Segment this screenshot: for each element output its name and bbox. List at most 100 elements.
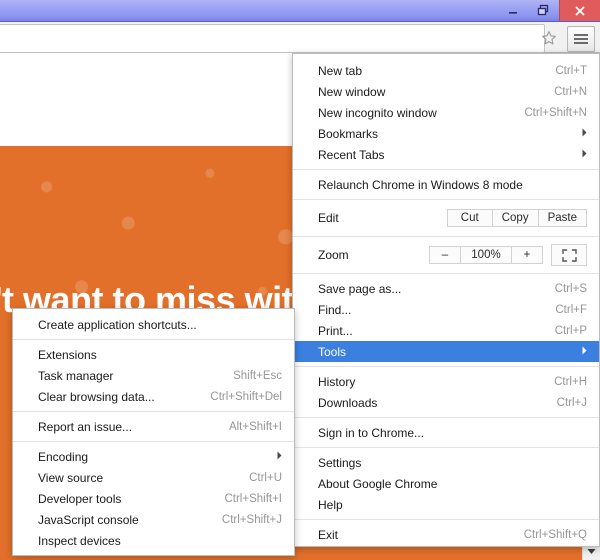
submenu-arrow-icon <box>564 149 587 160</box>
menu-item-label: Exit <box>318 527 339 542</box>
edit-button-group: Cut Copy Paste <box>446 209 587 227</box>
zoom-controls: –100% + <box>429 244 587 266</box>
fullscreen-button[interactable] <box>551 244 587 266</box>
menu-item-label: Bookmarks <box>318 126 379 141</box>
title-bar <box>0 0 600 22</box>
menu-item-bookmarks[interactable]: Bookmarks <box>293 123 599 144</box>
menu-item-exit[interactable]: Exit Ctrl+Shift+Q <box>293 524 599 545</box>
zoom-in-button[interactable]: + <box>511 246 543 264</box>
menu-item-label: View source <box>38 470 104 485</box>
menu-item-label: History <box>318 374 356 389</box>
menu-item-label: Print... <box>318 323 353 338</box>
menu-item-sign-in-to-chrome[interactable]: Sign in to Chrome... <box>293 422 599 443</box>
menu-separator <box>13 339 294 340</box>
address-bar-input[interactable] <box>0 24 545 53</box>
menu-item-shortcut: Ctrl+Shift+Q <box>523 528 587 541</box>
menu-item-downloads[interactable]: Downloads Ctrl+J <box>293 392 599 413</box>
menu-item-label: Report an issue... <box>38 419 133 434</box>
menu-item-save-page-as[interactable]: Save page as... Ctrl+S <box>293 278 599 299</box>
cut-button[interactable]: Cut <box>446 209 492 227</box>
menu-separator <box>13 441 294 442</box>
menu-item-label: Settings <box>318 455 362 470</box>
menu-item-label: Sign in to Chrome... <box>318 425 425 440</box>
chrome-main-menu: New tab Ctrl+T New window Ctrl+N New incogni… <box>292 53 600 547</box>
menu-item-shortcut: Ctrl+T <box>555 64 587 77</box>
zoom-out-button[interactable]: – <box>429 246 460 264</box>
menu-separator <box>293 417 599 418</box>
menu-item-shortcut: Alt+Shift+I <box>228 420 282 433</box>
menu-separator <box>293 169 599 170</box>
menu-item-create-application-shortcuts[interactable]: Create application shortcuts... <box>13 314 294 335</box>
menu-item-shortcut: Ctrl+J <box>556 396 587 409</box>
menu-item-new-incognito-window[interactable]: New incognito window Ctrl+Shift+N <box>293 102 599 123</box>
submenu-arrow-icon <box>564 128 587 139</box>
menu-item-new-tab[interactable]: New tab Ctrl+T <box>293 60 599 81</box>
menu-item-help[interactable]: Help <box>293 494 599 515</box>
menu-separator <box>293 199 599 200</box>
menu-item-label: Recent Tabs <box>318 147 385 162</box>
menu-separator <box>293 366 599 367</box>
submenu-arrow-icon <box>259 451 282 462</box>
menu-item-shortcut: Ctrl+Shift+Del <box>210 390 282 403</box>
paste-button[interactable]: Paste <box>537 209 587 227</box>
close-button[interactable] <box>559 0 600 21</box>
menu-item-label: Clear browsing data... <box>38 389 155 404</box>
chevron-down-icon <box>587 549 596 554</box>
minimize-icon <box>508 11 517 14</box>
menu-item-history[interactable]: History Ctrl+H <box>293 371 599 392</box>
menu-item-settings[interactable]: Settings <box>293 452 599 473</box>
zoom-button-group: –100% + <box>429 246 543 264</box>
menu-item-label: Zoom <box>318 248 349 262</box>
menu-item-shortcut: Ctrl+Shift+N <box>524 106 587 119</box>
menu-item-label: Save page as... <box>318 281 402 296</box>
close-icon <box>575 6 585 15</box>
menu-item-find[interactable]: Find... Ctrl+F <box>293 299 599 320</box>
restore-button[interactable] <box>528 0 559 21</box>
menu-item-label: Edit <box>318 211 339 225</box>
menu-item-print[interactable]: Print... Ctrl+P <box>293 320 599 341</box>
menu-item-label: Help <box>318 497 343 512</box>
menu-item-shortcut: Ctrl+S <box>554 282 587 295</box>
menu-item-shortcut: Ctrl+H <box>554 375 587 388</box>
menu-item-report-an-issue[interactable]: Report an issue... Alt+Shift+I <box>13 416 294 437</box>
menu-item-shortcut: Ctrl+F <box>555 303 587 316</box>
menu-item-label: Downloads <box>318 395 378 410</box>
menu-item-task-manager[interactable]: Task manager Shift+Esc <box>13 365 294 386</box>
minimize-button[interactable] <box>497 0 528 21</box>
menu-item-label: Inspect devices <box>38 533 121 548</box>
browser-window: 't want to miss with pcrisk pcrisk New t… <box>0 0 600 560</box>
menu-item-label: Task manager <box>38 368 114 383</box>
menu-item-label: Extensions <box>38 347 97 362</box>
menu-separator <box>293 519 599 520</box>
menu-item-extensions[interactable]: Extensions <box>13 344 294 365</box>
menu-item-encoding[interactable]: Encoding <box>13 446 294 467</box>
menu-item-clear-browsing-data[interactable]: Clear browsing data... Ctrl+Shift+Del <box>13 386 294 407</box>
menu-separator <box>13 411 294 412</box>
fullscreen-icon <box>561 248 577 262</box>
menu-item-label: Encoding <box>38 449 89 464</box>
chrome-menu-button[interactable] <box>567 26 595 52</box>
menu-item-javascript-console[interactable]: JavaScript console Ctrl+Shift+J <box>13 509 294 530</box>
menu-item-relaunch-chrome-in-windows-8-mode[interactable]: Relaunch Chrome in Windows 8 mode <box>293 174 599 195</box>
menu-item-edit[interactable]: Edit Cut Copy Paste <box>293 204 599 232</box>
menu-item-about-google-chrome[interactable]: About Google Chrome <box>293 473 599 494</box>
bookmark-star-button[interactable] <box>538 27 560 48</box>
menu-item-developer-tools[interactable]: Developer tools Ctrl+Shift+I <box>13 488 294 509</box>
menu-item-label: Tools <box>318 344 347 359</box>
copy-button[interactable]: Copy <box>491 209 538 227</box>
menu-item-label: JavaScript console <box>38 512 139 527</box>
menu-separator <box>293 236 599 237</box>
menu-item-new-window[interactable]: New window Ctrl+N <box>293 81 599 102</box>
menu-separator <box>293 447 599 448</box>
menu-item-tools[interactable]: Tools <box>293 341 599 362</box>
menu-item-shortcut: Ctrl+Shift+J <box>221 513 282 526</box>
menu-item-inspect-devices[interactable]: Inspect devices <box>13 530 294 551</box>
menu-item-label: New incognito window <box>318 105 437 120</box>
menu-item-recent-tabs[interactable]: Recent Tabs <box>293 144 599 165</box>
menu-separator <box>293 273 599 274</box>
zoom-level-value: 100% <box>460 246 511 264</box>
menu-item-view-source[interactable]: View source Ctrl+U <box>13 467 294 488</box>
window-controls <box>497 0 600 21</box>
menu-item-shortcut: Ctrl+Shift+I <box>224 492 282 505</box>
menu-item-label: Find... <box>318 302 352 317</box>
